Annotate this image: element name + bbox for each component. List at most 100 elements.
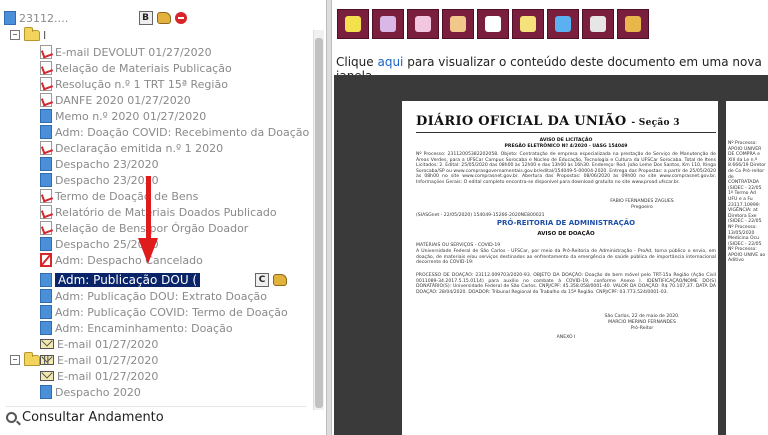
toolbar <box>337 9 649 41</box>
tree-item-label[interactable]: Despacho 2020 <box>55 386 141 399</box>
tree-item-label[interactable]: Despacho 23/2020 <box>55 158 159 171</box>
tree-item[interactable]: Adm: Doação COVID: Recebimento da Doação <box>40 124 309 140</box>
tree-item-label[interactable]: Relação de Bens por Órgão Doador <box>55 222 248 235</box>
tree-item-label[interactable]: E-mail 01/27/2020 <box>57 354 158 367</box>
doc-h1b: PREGÃO ELETRÔNICO Nº 4/2020 - UASG 15404… <box>504 144 628 149</box>
pdf-icon <box>40 205 52 219</box>
copy-button[interactable] <box>582 9 614 39</box>
eye-button[interactable] <box>407 9 439 39</box>
document-icon <box>40 289 52 303</box>
tree-root-label[interactable]: 23112.… <box>19 12 69 25</box>
tree-item-label[interactable]: Relatório de Materiais Doados Publicado <box>55 206 277 219</box>
doc-col2: Nº Processo: APOIO UNIVER DE COMPRA e XI… <box>728 141 766 264</box>
tree-item-label[interactable]: Relação de Materiais Publicação <box>55 62 232 75</box>
tree-item[interactable]: Adm: Despacho Cancelado <box>40 252 203 268</box>
people-button[interactable] <box>372 9 404 39</box>
dou-title: DIÁRIO OFICIAL DA UNIÃO - Seção 3 <box>416 114 680 129</box>
network-button[interactable] <box>547 9 579 39</box>
people-icon <box>380 16 396 32</box>
tree-item[interactable]: Adm: Encaminhamento: Doação <box>40 320 233 336</box>
open-new-window-link[interactable]: aqui <box>377 55 403 69</box>
cancelled-document-icon <box>40 253 52 267</box>
tree-item[interactable]: Termo de Doação de Bens <box>40 188 198 204</box>
thumb-icon <box>450 16 466 32</box>
tree-folder-2-label[interactable]: II <box>43 354 50 367</box>
tree-item[interactable]: Adm: Publicação DOU: Extrato Doação <box>40 288 267 304</box>
collapse-icon[interactable]: − <box>10 30 20 40</box>
tree-item[interactable]: Relação de Materiais Publicação <box>40 60 232 76</box>
thumb-button[interactable] <box>442 9 474 39</box>
tree-item-label[interactable]: Declaração emitida n.º 1 2020 <box>55 142 223 155</box>
tree-item-label[interactable]: Despacho 23/2020 <box>55 174 159 187</box>
pdf-page: DIÁRIO OFICIAL DA UNIÃO - Seção 3 AVISO … <box>402 101 718 435</box>
tree-item-label[interactable]: Adm: Publicação COVID: Termo de Doação <box>55 306 288 319</box>
cancel-icon <box>625 16 641 32</box>
consult-link[interactable]: Consultar Andamento <box>6 406 306 427</box>
letter-button[interactable] <box>477 9 509 39</box>
tree-item-label[interactable]: Adm: Encaminhamento: Doação <box>55 322 233 335</box>
selected-badge[interactable]: C <box>255 273 270 287</box>
tree-folder-1[interactable]: − I <box>10 26 46 43</box>
process-icon <box>4 11 16 25</box>
tree-item[interactable]: Declaração emitida n.º 1 2020 <box>40 140 223 156</box>
mail-button[interactable] <box>512 9 544 39</box>
red-arrow-shaft <box>146 176 151 246</box>
tree-item[interactable]: Despacho 23/2020 <box>40 172 159 188</box>
scrollbar-thumb[interactable] <box>315 38 323 408</box>
tree-item-label[interactable]: E-mail DEVOLUT 01/27/2020 <box>55 46 212 59</box>
tree-item[interactable]: E-mail 01/27/2020 <box>40 352 158 368</box>
pdf-viewer[interactable]: DIÁRIO OFICIAL DA UNIÃO - Seção 3 AVISO … <box>334 75 768 435</box>
tree-item[interactable]: Relatório de Materiais Doados Publicado <box>40 204 277 220</box>
tree-item[interactable]: Relação de Bens por Órgão Doador <box>40 220 248 236</box>
document-icon <box>40 109 52 123</box>
tree-item-label[interactable]: Adm: Despacho Cancelado <box>55 254 203 267</box>
tree-scrollbar[interactable] <box>313 30 324 410</box>
new-document-icon <box>345 16 361 32</box>
pdf-icon <box>40 141 52 155</box>
tree-item[interactable]: Memo n.º 2020 01/27/2020 <box>40 108 206 124</box>
tree-item[interactable]: Despacho 23/2020 <box>40 156 159 172</box>
tree-item-label[interactable]: Adm: Doação COVID: Recebimento da Doação <box>55 126 309 139</box>
pdf-icon <box>40 61 52 75</box>
new-document-button[interactable] <box>337 9 369 39</box>
tree-item[interactable]: E-mail 01/27/2020 <box>40 368 158 384</box>
pdf-icon <box>40 45 52 59</box>
tree-item-label[interactable]: Adm: Publicação DOU: Extrato Doação <box>55 290 267 303</box>
letter-icon <box>485 16 501 32</box>
tree-item[interactable]: E-mail 01/27/2020 <box>40 336 158 352</box>
tree-item[interactable]: Resolução n.º 1 TRT 15ª Região <box>40 76 228 92</box>
document-icon <box>40 385 52 399</box>
tree-item[interactable]: Adm: Publicação COVID: Termo de Doação <box>40 304 288 320</box>
hand-icon[interactable] <box>156 12 171 24</box>
tree-item-label[interactable]: Resolução n.º 1 TRT 15ª Região <box>55 78 228 91</box>
hand-icon[interactable] <box>273 274 288 286</box>
tree-item[interactable]: E-mail DEVOLUT 01/27/2020 <box>40 44 212 60</box>
collapse-icon[interactable]: − <box>10 355 20 365</box>
tree-item-label[interactable]: Termo de Doação de Bens <box>55 190 198 203</box>
pdf-page-next: Nº Processo: APOIO UNIVER DE COMPRA e XI… <box>726 101 768 435</box>
tree-item-selected-label[interactable]: Adm: Publicação DOU ( <box>55 273 201 287</box>
tree-item-label[interactable]: DANFE 2020 01/27/2020 <box>55 94 191 107</box>
document-icon <box>40 173 52 187</box>
mail-icon <box>520 16 536 32</box>
dou-title-text: DIÁRIO OFICIAL DA UNIÃO <box>416 114 627 129</box>
cancel-button[interactable] <box>617 9 649 39</box>
doc-sig2: MARCIO MERINO FERNANDES <box>608 320 676 325</box>
document-panel: Clique aqui para visualizar o conteúdo d… <box>332 0 768 435</box>
stop-icon[interactable] <box>174 12 187 24</box>
tree-item-label[interactable]: E-mail 01/27/2020 <box>57 370 158 383</box>
tree-item[interactable]: Despacho 2020 <box>40 384 141 400</box>
doc-h1: AVISO DE LICITAÇÃO <box>539 138 593 143</box>
tree-folder-1-label[interactable]: I <box>43 29 46 42</box>
tree-panel: 23112.… B − I E-mail DEVOLUT 01/27/2020 R… <box>0 0 326 435</box>
dou-section: - Seção 3 <box>631 118 680 128</box>
consult-label[interactable]: Consultar Andamento <box>22 410 164 425</box>
tree-item-selected[interactable]: Adm: Publicação DOU ( C <box>40 272 288 288</box>
doc-h2: PRÓ-REITORIA DE ADMINISTRAÇÃO <box>496 219 636 227</box>
tree-folder-2[interactable]: − II <box>10 351 50 368</box>
tree-root[interactable]: 23112.… B <box>4 10 187 26</box>
tree-item-label[interactable]: Memo n.º 2020 01/27/2020 <box>55 110 206 123</box>
root-badge[interactable]: B <box>138 11 153 25</box>
tree-item[interactable]: DANFE 2020 01/27/2020 <box>40 92 191 108</box>
tree-item-label[interactable]: E-mail 01/27/2020 <box>57 338 158 351</box>
